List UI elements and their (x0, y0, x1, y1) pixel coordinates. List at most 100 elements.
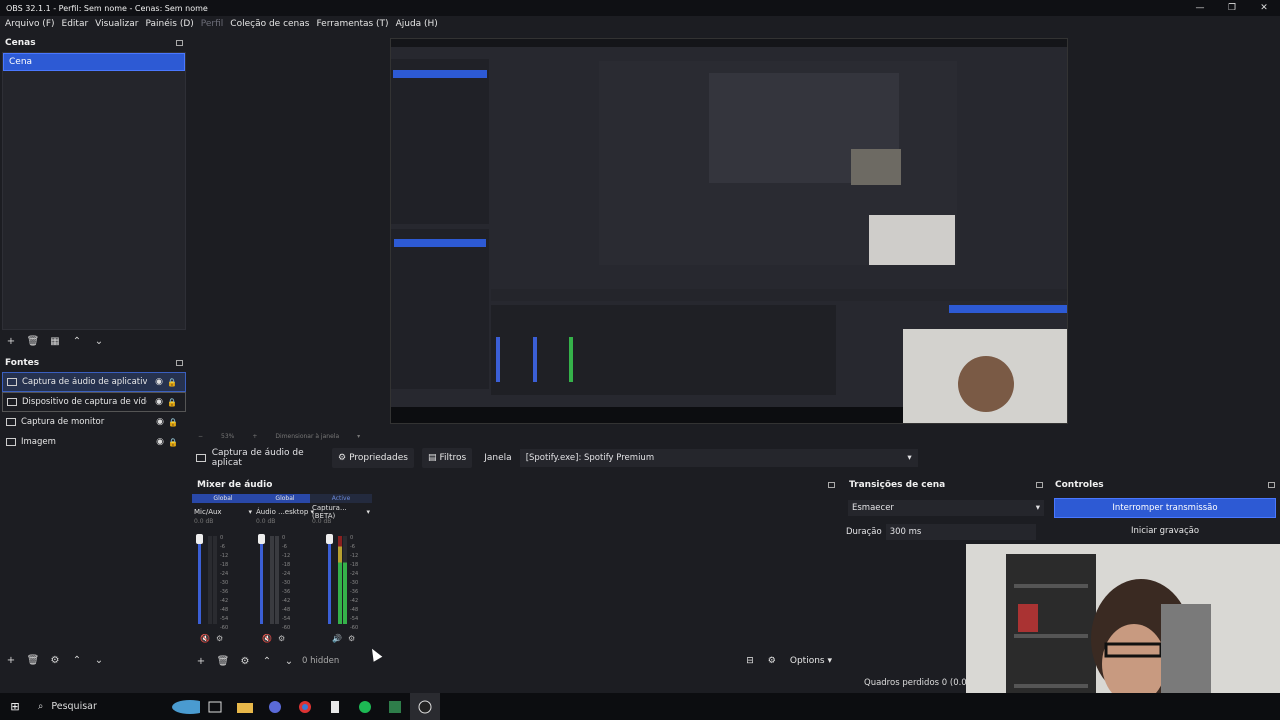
widget-icon[interactable] (170, 693, 200, 720)
file-explorer-icon[interactable] (230, 693, 260, 720)
lock-icon[interactable]: 🔒 (167, 398, 177, 407)
fader-handle[interactable] (258, 534, 265, 544)
channel-name-row[interactable]: Mic/Aux ▾ (192, 505, 254, 518)
obs-icon[interactable] (410, 693, 440, 720)
menu-perfil[interactable]: Perfil (198, 19, 227, 29)
lock-icon[interactable]: 🔒 (168, 438, 178, 447)
menu-visualizar[interactable]: Visualizar (92, 19, 141, 29)
source-item[interactable]: Captura de áudio de aplicativo ( ◉ 🔒 (2, 372, 186, 392)
meter-tick-label: -60 (220, 625, 229, 631)
muted-speaker-icon[interactable]: 🔇 (262, 634, 272, 643)
channel-settings-icon[interactable]: ⚙ (278, 634, 285, 643)
channel-mode: Global (254, 494, 316, 503)
lock-icon[interactable]: 🔒 (168, 418, 178, 427)
start-recording-button[interactable]: Iniciar gravação (1054, 522, 1276, 540)
float-dock-icon[interactable] (1036, 482, 1043, 488)
move-source-down-button[interactable]: ⌄ (92, 655, 106, 666)
resize-to-window-button[interactable]: Dimensionar à janela (275, 433, 339, 440)
volume-fader[interactable] (260, 534, 263, 624)
app-icon[interactable] (380, 693, 410, 720)
layout-icon[interactable]: ⊟ (746, 656, 754, 666)
source-properties-button[interactable]: ⚙ (48, 655, 62, 666)
zoom-dropdown-icon[interactable]: ▾ (357, 433, 360, 440)
chrome-icon[interactable] (290, 693, 320, 720)
windows-start-icon[interactable]: ⊞ (0, 700, 30, 713)
fader-handle[interactable] (196, 534, 203, 544)
zoom-minus-button[interactable]: − (198, 433, 203, 440)
task-view-icon[interactable] (200, 693, 230, 720)
eye-icon[interactable]: ◉ (156, 417, 164, 427)
minimize-button[interactable]: — (1184, 0, 1216, 16)
remove-scene-button[interactable]: 🗑 (26, 336, 40, 347)
menu-colecao-cenas[interactable]: Coleção de cenas (227, 19, 312, 29)
properties-button[interactable]: ⚙ Propriedades (332, 448, 414, 468)
scene-item[interactable]: Cena (3, 53, 185, 71)
volume-fader[interactable] (198, 534, 201, 624)
gear-icon[interactable]: ⚙ (238, 656, 252, 667)
menu-ferramentas[interactable]: Ferramentas (T) (313, 19, 391, 29)
fader-handle[interactable] (326, 534, 333, 544)
move-up-button[interactable]: ⌃ (260, 656, 274, 667)
context-source: Captura de áudio de aplicat (192, 448, 332, 468)
zoom-plus-button[interactable]: + (252, 433, 257, 440)
float-dock-icon[interactable] (828, 482, 835, 488)
move-down-button[interactable]: ⌄ (282, 656, 296, 667)
speaker-icon[interactable]: 🔊 (332, 634, 342, 643)
filters-button[interactable]: ▤ Filtros (421, 448, 473, 468)
add-source-button[interactable]: + (4, 655, 18, 666)
float-dock-icon[interactable] (176, 360, 183, 366)
eye-icon[interactable]: ◉ (156, 437, 164, 447)
move-source-up-button[interactable]: ⌃ (70, 655, 84, 666)
lock-icon[interactable]: 🔒 (167, 378, 177, 387)
eye-icon[interactable]: ◉ (155, 377, 163, 387)
remove-button[interactable]: 🗑 (216, 656, 230, 667)
sources-dock-title: Fontes (0, 354, 188, 372)
taskbar-search[interactable]: ⌕ Pesquisar (30, 701, 170, 712)
move-scene-up-button[interactable]: ⌃ (70, 336, 84, 347)
window-title: OBS 32.1.1 - Perfil: Sem nome - Cenas: S… (6, 3, 208, 13)
preview-canvas[interactable] (390, 38, 1068, 424)
sources-list[interactable]: Captura de áudio de aplicativo ( ◉ 🔒 Dis… (2, 372, 186, 452)
dropped-frames: Quadros perdidos 0 (0.0% (864, 678, 975, 688)
close-button[interactable]: ✕ (1248, 0, 1280, 16)
remove-source-button[interactable]: 🗑 (26, 655, 40, 666)
options-button[interactable]: Options ▾ (790, 656, 832, 666)
app-icon[interactable] (260, 693, 290, 720)
transition-select[interactable]: Esmaecer ▾ (848, 500, 1044, 516)
meter-tick-label: -30 (350, 580, 359, 586)
source-item[interactable]: Captura de monitor ◉ 🔒 (2, 412, 186, 432)
source-item[interactable]: Imagem ◉ 🔒 (2, 432, 186, 452)
window-select[interactable]: [Spotify.exe]: Spotify Premium ▾ (519, 449, 918, 467)
menu-arquivo[interactable]: Arquivo (F) (2, 19, 58, 29)
hidden-count[interactable]: 0 hidden (296, 656, 339, 666)
meter-tick-label: -18 (220, 562, 229, 568)
channel-settings-icon[interactable]: ⚙ (216, 634, 223, 643)
menu-paineis[interactable]: Painéis (D) (142, 19, 196, 29)
app-icon[interactable] (320, 693, 350, 720)
maximize-button[interactable]: ❐ (1216, 0, 1248, 16)
scene-filters-button[interactable]: ▦ (48, 336, 62, 347)
source-label: Captura de áudio de aplicativo ( (22, 377, 147, 387)
menu-editar[interactable]: Editar (59, 19, 92, 29)
muted-speaker-icon[interactable]: 🔇 (200, 634, 210, 643)
menu-ajuda[interactable]: Ajuda (H) (393, 19, 441, 29)
scenes-list[interactable]: Cena (2, 52, 186, 330)
add-button[interactable]: + (194, 656, 208, 667)
channel-settings-icon[interactable]: ⚙ (348, 634, 355, 643)
channel-name-row[interactable]: Áudio ...esktop ▾ (254, 505, 316, 518)
float-dock-icon[interactable] (1268, 482, 1275, 488)
scenes-dock-title: Cenas (0, 34, 188, 52)
window-label: Janela (484, 453, 512, 463)
channel-name-row[interactable]: Captura... (BETA) ▾ (310, 504, 372, 520)
stop-streaming-button[interactable]: Interromper transmissão (1054, 498, 1276, 518)
duration-input[interactable]: 300 ms (885, 524, 1036, 540)
mixer-footer: + 🗑 ⚙ ⌃ ⌄ 0 hidden ⊟ ⚙ Options ▾ (192, 652, 840, 670)
advanced-audio-icon[interactable]: ⚙ (768, 656, 776, 666)
spotify-icon[interactable] (350, 693, 380, 720)
eye-icon[interactable]: ◉ (155, 397, 163, 407)
source-item[interactable]: Dispositivo de captura de vídeo ◉ 🔒 (2, 392, 186, 412)
move-scene-down-button[interactable]: ⌄ (92, 336, 106, 347)
volume-fader[interactable] (328, 534, 331, 624)
float-dock-icon[interactable] (176, 40, 183, 46)
add-scene-button[interactable]: + (4, 336, 18, 347)
